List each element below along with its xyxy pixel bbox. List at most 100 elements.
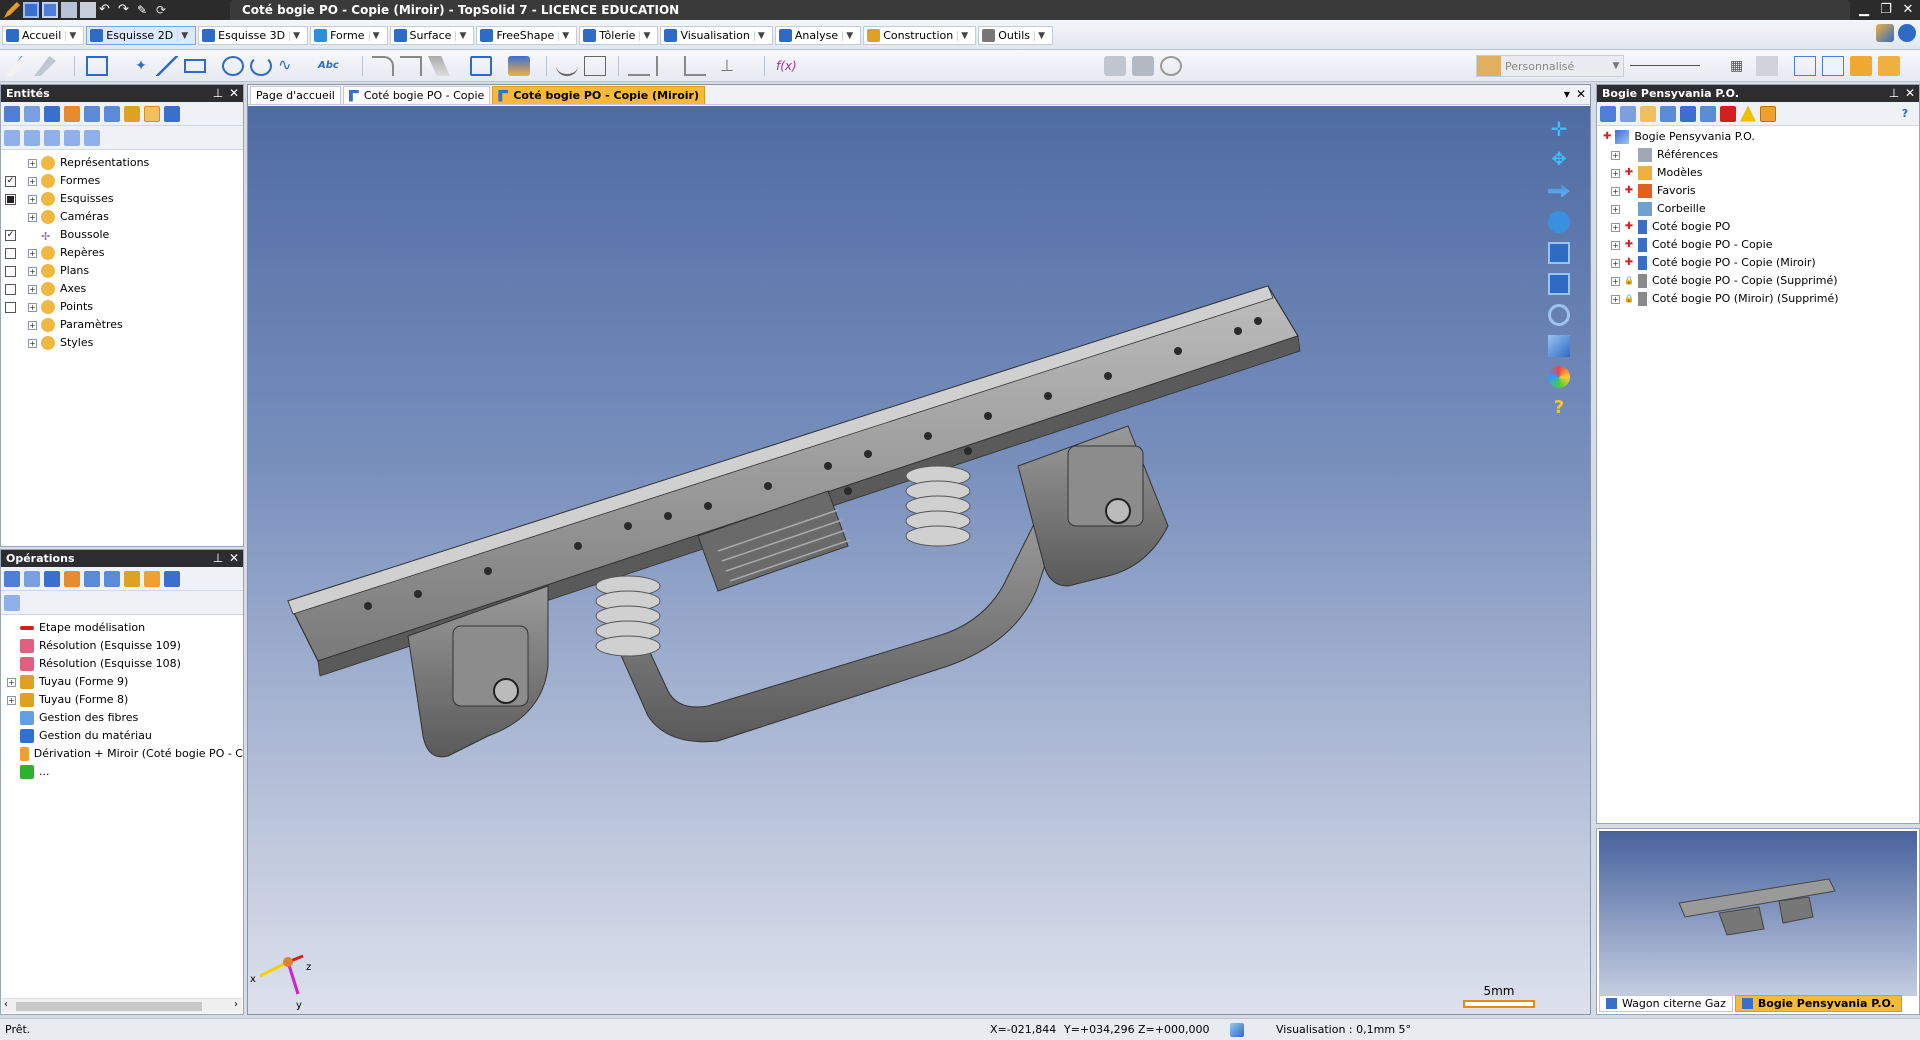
help-icon[interactable] (1898, 24, 1916, 42)
chamfer-icon[interactable] (400, 56, 422, 76)
show-all-icon[interactable] (4, 570, 20, 587)
circle-icon[interactable] (222, 56, 244, 76)
operation-item[interactable]: +Résolution (Esquisse 109) (1, 637, 243, 655)
dimension-icon[interactable] (584, 56, 606, 76)
chevron-down-icon[interactable]: ▼ (1034, 30, 1048, 41)
expand-icon[interactable]: + (7, 695, 16, 705)
highlight-icon[interactable] (144, 105, 160, 122)
offset-icon[interactable] (470, 56, 492, 76)
filter-icon[interactable] (64, 105, 80, 122)
chevron-down-icon[interactable]: ▼ (455, 30, 469, 41)
expand-icon[interactable]: + (1611, 150, 1620, 160)
line-style-icon[interactable] (1630, 56, 1700, 66)
pin-icon[interactable]: ⊥ (211, 550, 225, 567)
expand-icon[interactable]: + (1611, 276, 1620, 286)
visibility-checkbox[interactable] (5, 283, 16, 295)
camera-icon[interactable] (1548, 211, 1570, 233)
project-item[interactable]: + Corbeille (1603, 200, 1919, 218)
close-icon[interactable]: ✕ (1903, 85, 1917, 102)
pin-icon[interactable]: ⊥ (211, 85, 225, 102)
project-icon[interactable] (508, 56, 530, 76)
expand-icon[interactable]: + (1611, 240, 1620, 250)
ribbon-tab-0[interactable]: Accueil ▼ (2, 26, 85, 45)
entity-item[interactable]: + Esquisses (1, 190, 243, 208)
zoom-check-icon[interactable] (1160, 56, 1182, 76)
project-item[interactable]: + Références (1603, 146, 1919, 164)
operation-item[interactable]: +Résolution (Esquisse 108) (1, 655, 243, 673)
entity-item[interactable]: + Styles (1, 334, 243, 352)
pan-icon[interactable]: ✛ (1548, 118, 1570, 140)
warning-icon[interactable] (1740, 105, 1756, 122)
project-item[interactable]: + ✚ Coté bogie PO (1603, 218, 1919, 236)
save-all-icon[interactable] (42, 2, 58, 18)
pencil-icon[interactable] (6, 56, 28, 76)
close-icon[interactable]: ✕ (227, 550, 241, 567)
chevron-down-icon[interactable]: ▼ (957, 30, 971, 41)
entity-item[interactable]: + Repères (1, 244, 243, 262)
ribbon-tab-2[interactable]: Esquisse 3D ▼ (198, 26, 309, 45)
project-export-icon[interactable] (1700, 105, 1716, 122)
document-tab-2[interactable]: Coté bogie PO - Copie (Miroir) (492, 86, 706, 104)
project-item[interactable]: + ✚ Coté bogie PO - Copie (1603, 236, 1919, 254)
visibility-checkbox[interactable]: ✓ (5, 229, 16, 241)
operation-item[interactable]: + Tuyau (Forme 8) (1, 691, 243, 709)
palette-icon[interactable] (1548, 366, 1570, 388)
text-icon[interactable]: Abc (318, 56, 340, 76)
expand-icon[interactable]: + (28, 248, 37, 258)
rotate-icon[interactable]: ✥ (1548, 149, 1570, 171)
project-link-icon[interactable] (1660, 105, 1676, 122)
operation-item[interactable]: +Dérivation + Miroir (Coté bogie PO - C (1, 745, 243, 763)
print-icon[interactable] (61, 2, 77, 18)
ribbon-tab-4[interactable]: Surface ▼ (389, 26, 475, 45)
chevron-down-icon[interactable]: ▼ (842, 30, 856, 41)
columns-icon[interactable] (4, 594, 20, 611)
chevron-down-icon[interactable]: ▼ (368, 30, 383, 41)
link-icon[interactable] (24, 105, 40, 122)
expand-icon[interactable]: + (1611, 168, 1620, 178)
entity-item[interactable]: + Points (1, 298, 243, 316)
project-item[interactable]: + ✚ Coté bogie PO - Copie (Miroir) (1603, 254, 1919, 272)
group-3-icon[interactable] (44, 129, 60, 146)
expand-icon[interactable]: + (1611, 186, 1620, 196)
ribbon-tab-1[interactable]: Esquisse 2D ▼ (86, 26, 197, 45)
horizontal-scrollbar[interactable]: ‹ › (2, 998, 242, 1013)
expand-icon[interactable]: + (1611, 204, 1620, 214)
expand-icon[interactable]: + (28, 176, 37, 186)
sort-icon[interactable] (164, 105, 180, 122)
hatch-icon[interactable]: ▦ (1730, 56, 1752, 76)
visibility-checkbox[interactable] (5, 301, 16, 313)
display-mode-1-icon[interactable] (1794, 56, 1816, 76)
visibility-checkbox[interactable] (5, 193, 16, 205)
entity-item[interactable]: + Caméras (1, 208, 243, 226)
chevron-down-icon[interactable]: ▼ (289, 30, 303, 41)
cube-view-icon[interactable] (1548, 335, 1570, 357)
scroll-right-icon[interactable]: › (234, 999, 238, 1010)
entity-item[interactable]: ✓ + Formes (1, 172, 243, 190)
bogie-model[interactable] (248, 106, 1590, 1014)
perpendicular-icon[interactable]: ⊥ (720, 56, 742, 76)
ribbon-tab-10[interactable]: Outils ▼ (978, 26, 1054, 45)
zoom-window-icon[interactable] (1548, 273, 1570, 295)
close-document-icon[interactable]: ✕ (1576, 87, 1586, 101)
chevron-down-icon[interactable]: ▼ (65, 30, 79, 41)
project-item[interactable]: + 🔒 Coté bogie PO (Miroir) (Supprimé) (1603, 290, 1919, 308)
expand-icon[interactable]: + (28, 194, 37, 204)
operation-item[interactable]: + Tuyau (Forme 9) (1, 673, 243, 691)
3d-scene[interactable]: ✛ ✥ ? 5mm x y z (248, 106, 1590, 1014)
swap-icon[interactable] (164, 570, 180, 587)
entity-item[interactable]: + Représentations (1, 154, 243, 172)
show-all-icon[interactable] (4, 105, 20, 122)
project-help-icon[interactable]: ? (1897, 106, 1913, 122)
expand-icon[interactable]: + (28, 158, 37, 168)
columns-icon[interactable] (84, 129, 100, 146)
group-2-icon[interactable] (24, 129, 40, 146)
horizontal-constraint-icon[interactable] (628, 56, 650, 76)
operation-item[interactable]: +... (1, 763, 243, 781)
expand-icon[interactable]: + (1611, 222, 1620, 232)
restore-icon[interactable]: ❐ (1878, 0, 1894, 20)
entity-item[interactable]: + Paramètres (1, 316, 243, 334)
project-item[interactable]: + ✚ Modèles (1603, 164, 1919, 182)
expand-icon[interactable]: + (28, 266, 37, 276)
look-direction-icon[interactable] (1548, 184, 1570, 198)
group-1-icon[interactable] (4, 129, 20, 146)
